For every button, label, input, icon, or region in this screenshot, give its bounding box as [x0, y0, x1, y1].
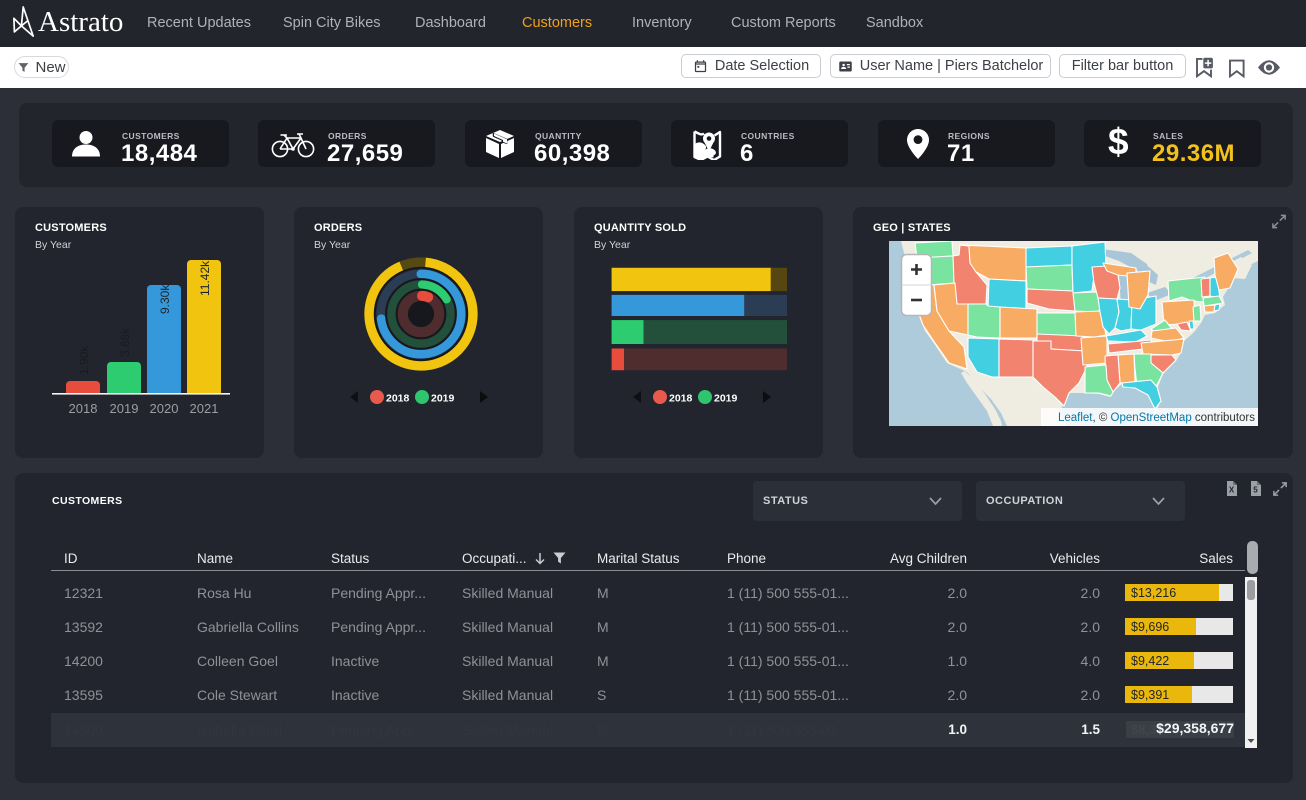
svg-text:5: 5	[1253, 486, 1258, 495]
svg-text:9.30k: 9.30k	[158, 284, 172, 314]
svg-text:2018: 2018	[69, 401, 98, 416]
svg-text:2019: 2019	[110, 401, 139, 416]
svg-text:2020: 2020	[150, 401, 179, 416]
svg-text:2021: 2021	[190, 401, 219, 416]
svg-text:2018: 2018	[669, 393, 693, 405]
svg-text:11.42k: 11.42k	[198, 260, 212, 296]
svg-text:2019: 2019	[714, 393, 738, 405]
svg-text:Leaflet, © OpenStreetMap contr: Leaflet, © OpenStreetMap contributors	[1058, 412, 1255, 424]
svg-text:2019: 2019	[431, 393, 455, 405]
svg-text:3.68k: 3.68k	[118, 327, 132, 357]
svg-text:X: X	[1229, 486, 1235, 495]
svg-text:1.90k: 1.90k	[77, 345, 91, 375]
svg-text:2018: 2018	[386, 393, 410, 405]
